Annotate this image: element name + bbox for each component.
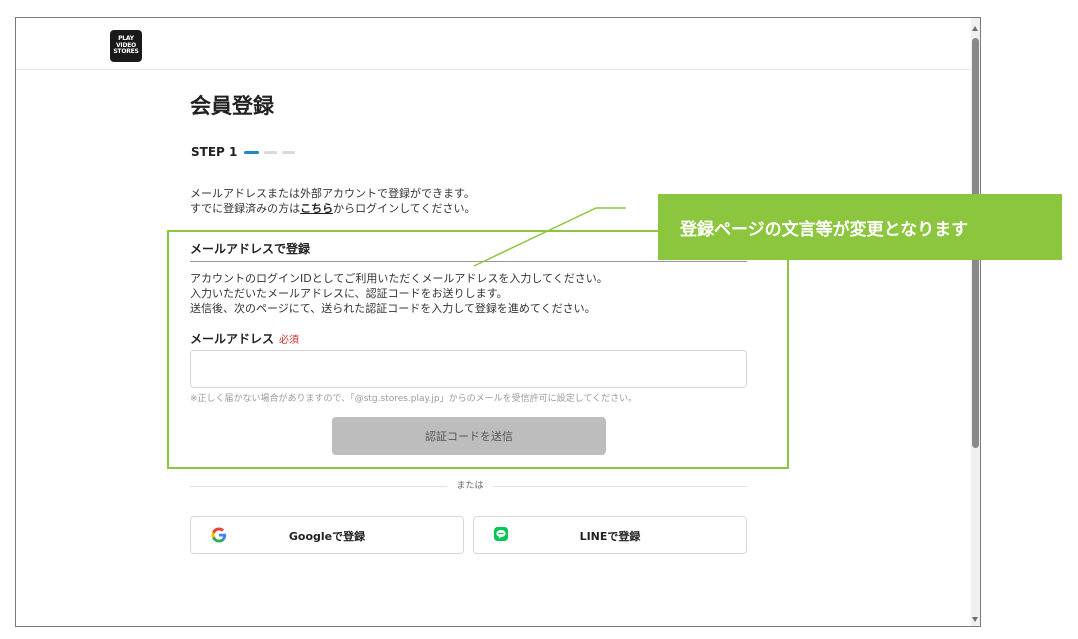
or-divider-text: または: [447, 478, 493, 491]
intro-line-1: メールアドレスまたは外部アカウントで登録ができます。: [190, 187, 475, 200]
intro-text: メールアドレスまたは外部アカウントで登録ができます。 すでに登録済みの方はこちら…: [190, 186, 475, 216]
intro-line-2-prefix: すでに登録済みの方は: [190, 202, 301, 215]
step-label: STEP 1: [191, 145, 238, 159]
scroll-down-arrow-icon[interactable]: [972, 617, 978, 622]
intro-line-2: すでに登録済みの方はこちらからログインしてください。: [190, 201, 475, 216]
line-register-label: LINEで登録: [579, 530, 641, 543]
step-dash-active: [244, 150, 260, 154]
intro-line-2-suffix: からログインしてください。: [333, 202, 476, 215]
play-video-stores-logo[interactable]: PLAY VIDEO STORES: [110, 30, 142, 62]
step-dash-3: [282, 150, 296, 154]
step-indicator: STEP 1: [191, 145, 296, 159]
header-bar: PLAY VIDEO STORES: [16, 18, 980, 70]
logo-line-3: STORES: [113, 48, 139, 56]
google-register-button[interactable]: Googleで登録: [190, 516, 464, 554]
highlight-box: [167, 230, 789, 469]
vertical-scrollbar[interactable]: [971, 18, 980, 626]
callout-text: 登録ページの文言等が変更となります: [680, 219, 969, 240]
login-link[interactable]: こちら: [300, 202, 333, 215]
annotation-callout: 登録ページの文言等が変更となります: [658, 194, 1062, 260]
scroll-up-arrow-icon[interactable]: [972, 26, 978, 31]
step-dash-2: [264, 150, 278, 154]
google-register-label: Googleで登録: [288, 530, 366, 543]
page-title: 会員登録: [190, 94, 274, 118]
line-register-button[interactable]: LINEで登録: [473, 516, 747, 554]
